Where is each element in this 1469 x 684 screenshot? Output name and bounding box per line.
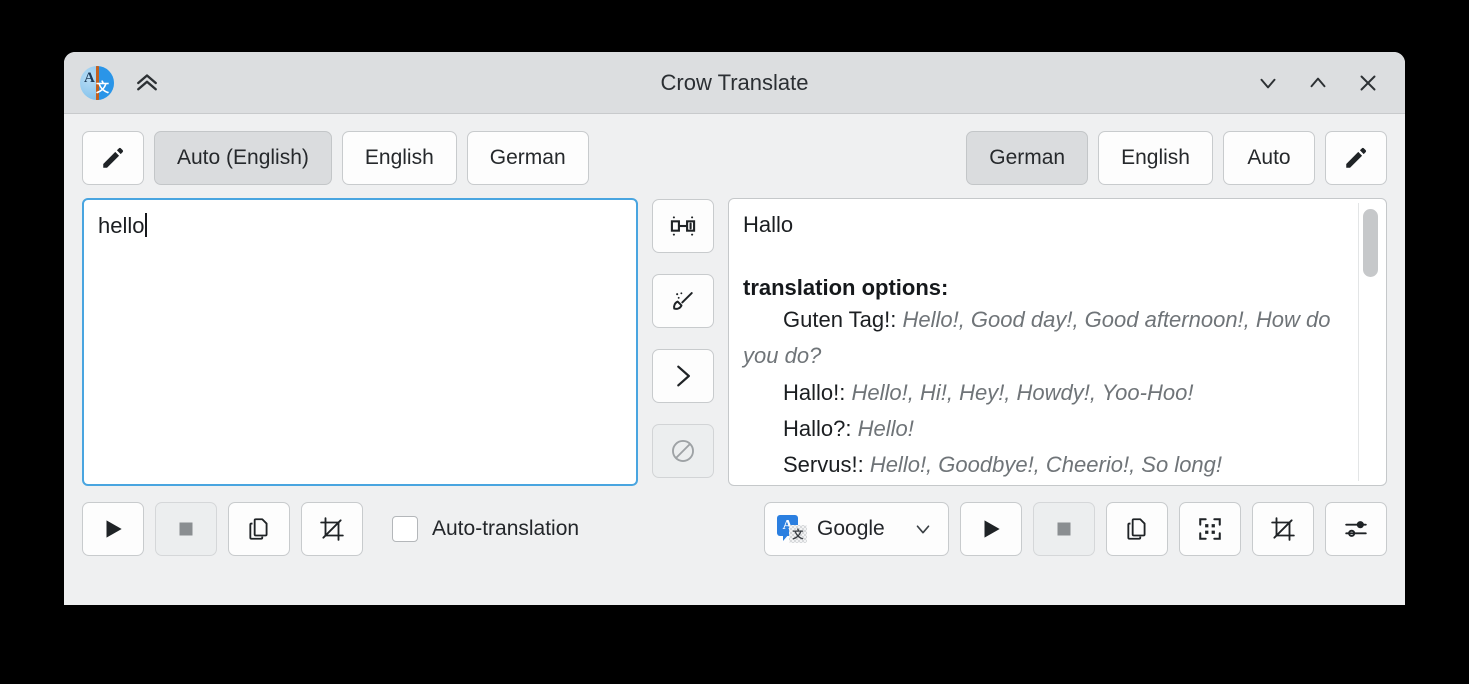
translation-options-heading: translation options: xyxy=(743,274,1340,303)
minimize-button[interactable] xyxy=(1253,68,1283,98)
source-text-input[interactable]: hello xyxy=(82,198,638,486)
target-language-group: German English Auto xyxy=(966,131,1387,185)
play-icon xyxy=(978,516,1004,542)
sliders-icon xyxy=(1343,516,1369,542)
crow-translate-icon: A 文 xyxy=(80,66,114,100)
translation-option: Guten Tag!: Hello!, Good day!, Good afte… xyxy=(743,302,1340,375)
stop-source-button xyxy=(155,502,217,556)
stop-icon xyxy=(173,516,199,542)
auto-translation-label: Auto-translation xyxy=(432,517,579,541)
swap-languages-icon xyxy=(669,212,697,240)
stop-icon xyxy=(1051,516,1077,542)
window-controls xyxy=(1253,68,1405,98)
play-result-button[interactable] xyxy=(960,502,1022,556)
broom-icon xyxy=(669,287,697,315)
engine-label: Google xyxy=(817,517,885,541)
copy-source-button[interactable] xyxy=(228,502,290,556)
settings-button[interactable] xyxy=(1325,502,1387,556)
result-scrollbar-track[interactable] xyxy=(1358,203,1380,481)
source-lang-auto-english[interactable]: Auto (English) xyxy=(154,131,332,185)
result-content: Hallo translation options: Guten Tag!: H… xyxy=(729,199,1386,485)
stop-result-button xyxy=(1033,502,1095,556)
screenshot-result-button[interactable] xyxy=(1252,502,1314,556)
target-lang-english[interactable]: English xyxy=(1098,131,1213,185)
translation-option-key: Hallo!: xyxy=(783,380,851,405)
chevron-down-icon xyxy=(912,518,934,540)
copy-result-button[interactable] xyxy=(1106,502,1168,556)
translation-option-value: Hello!, Goodbye!, Cheerio!, So long! xyxy=(870,452,1222,477)
page-title: Crow Translate xyxy=(64,52,1405,113)
window-body: Auto (English) English German German Eng… xyxy=(64,114,1405,558)
engine-dropdown-arrow[interactable] xyxy=(912,518,934,540)
app-icon-letter-x: 文 xyxy=(96,77,109,96)
screenshot-source-button[interactable] xyxy=(301,502,363,556)
title-bar-left-controls: A 文 xyxy=(64,66,164,100)
auto-translation-control[interactable]: Auto-translation xyxy=(392,516,579,542)
source-toolbar: Auto-translation xyxy=(82,502,579,556)
close-button[interactable] xyxy=(1353,68,1383,98)
translation-option: Hallo!: Hello!, Hi!, Hey!, Howdy!, Yoo-H… xyxy=(743,375,1340,411)
swap-languages-button[interactable] xyxy=(652,199,714,253)
result-toolbar: A 文 Google xyxy=(764,502,1387,556)
maximize-button[interactable] xyxy=(1303,68,1333,98)
google-translate-icon: A 文 xyxy=(777,515,807,543)
bottom-toolbars: Auto-translation A 文 Google xyxy=(82,500,1387,558)
edit-source-languages-button[interactable] xyxy=(82,131,144,185)
target-lang-german[interactable]: German xyxy=(966,131,1088,185)
pencil-icon xyxy=(100,145,126,171)
double-chevron-up-icon xyxy=(132,68,162,98)
copy-icon xyxy=(1124,516,1150,542)
chevron-up-icon xyxy=(1305,70,1331,96)
crop-icon xyxy=(1270,516,1296,542)
play-source-button[interactable] xyxy=(82,502,144,556)
play-icon xyxy=(100,516,126,542)
app-icon-letter-a: A xyxy=(84,70,95,87)
scan-result-button[interactable] xyxy=(1179,502,1241,556)
engine-icon-glyph: 文 xyxy=(789,525,807,543)
translation-option-value: Hello! xyxy=(858,416,914,441)
translation-option-key: Servus!: xyxy=(783,452,870,477)
edit-target-languages-button[interactable] xyxy=(1325,131,1387,185)
app-window: A 文 Crow Translate xyxy=(64,52,1405,605)
clear-text-button[interactable] xyxy=(652,274,714,328)
middle-toolbar xyxy=(638,198,728,486)
translation-options-list: Guten Tag!: Hello!, Good day!, Good afte… xyxy=(743,302,1340,483)
collapse-window-button[interactable] xyxy=(130,66,164,100)
chevron-down-icon xyxy=(1255,70,1281,96)
source-text-value: hello xyxy=(98,213,144,238)
text-caret xyxy=(145,213,147,237)
translation-option-key: Guten Tag!: xyxy=(783,307,902,332)
translation-engine-selector[interactable]: A 文 Google xyxy=(764,502,949,556)
source-lang-english[interactable]: English xyxy=(342,131,457,185)
translation-panes: hello xyxy=(82,198,1387,486)
result-text-output[interactable]: Hallo translation options: Guten Tag!: H… xyxy=(728,198,1387,486)
source-lang-german[interactable]: German xyxy=(467,131,589,185)
translation-option: Servus!: Hello!, Goodbye!, Cheerio!, So … xyxy=(743,447,1340,483)
copy-icon xyxy=(246,516,272,542)
translation-option-value: Hello!, Hi!, Hey!, Howdy!, Yoo-Hoo! xyxy=(851,380,1193,405)
result-translation: Hallo xyxy=(743,211,1340,240)
source-language-group: Auto (English) English German xyxy=(82,131,589,185)
result-scrollbar-thumb[interactable] xyxy=(1363,209,1378,277)
stop-disabled-button xyxy=(652,424,714,478)
pencil-icon xyxy=(1343,145,1369,171)
title-bar: A 文 Crow Translate xyxy=(64,52,1405,114)
target-lang-auto[interactable]: Auto xyxy=(1223,131,1315,185)
auto-translation-checkbox[interactable] xyxy=(392,516,418,542)
close-icon xyxy=(1355,70,1381,96)
chevron-right-icon xyxy=(669,362,697,390)
copy-to-source-button[interactable] xyxy=(652,349,714,403)
translation-option: Hallo?: Hello! xyxy=(743,411,1340,447)
crop-icon xyxy=(319,516,345,542)
no-entry-icon xyxy=(669,437,697,465)
language-selection-row: Auto (English) English German German Eng… xyxy=(82,130,1387,186)
scan-qr-icon xyxy=(1197,516,1223,542)
translation-option-key: Hallo?: xyxy=(783,416,858,441)
